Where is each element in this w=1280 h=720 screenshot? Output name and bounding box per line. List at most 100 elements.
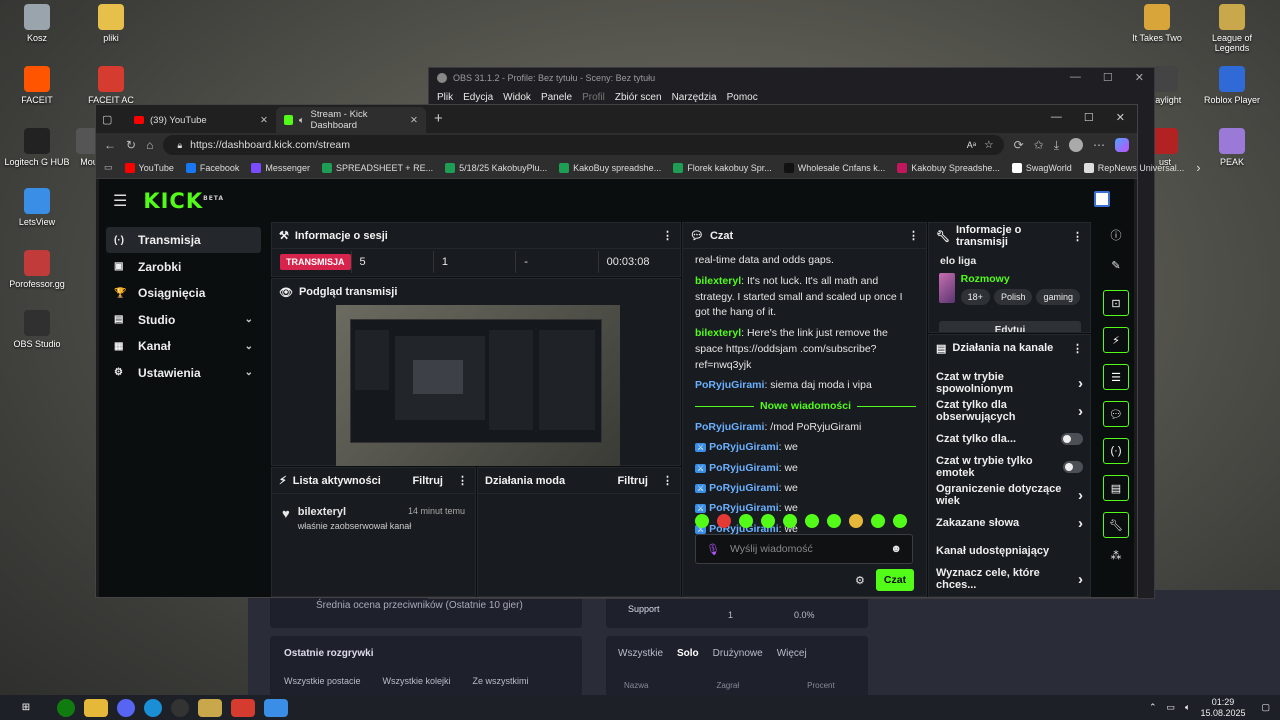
bookmark-item[interactable]: 5/18/25 KakobuyPlu... [445, 162, 547, 173]
kick-logo[interactable]: KICKBETA [143, 189, 224, 213]
file-explorer-icon[interactable] [84, 698, 108, 717]
layout-button[interactable]: ▤ [1103, 475, 1129, 501]
bookmark-item[interactable]: Wholesale Cnfans k... [783, 162, 885, 173]
more-options-icon[interactable]: ⋮ [1072, 230, 1083, 243]
minimize-icon[interactable]: — [1070, 71, 1081, 84]
chevron-down-icon[interactable]: ⌄ [245, 314, 253, 325]
more-options-icon[interactable]: ⋮ [662, 474, 673, 487]
activity-user[interactable]: bilexteryl [298, 506, 346, 518]
obs-menu-item[interactable]: Plik [437, 92, 453, 103]
obs-icon[interactable] [171, 698, 189, 717]
url-text[interactable]: https://dashboard.kick.com/stream [190, 139, 350, 151]
edit-pencil-icon[interactable]: ✎ [1101, 259, 1131, 272]
chat-username[interactable]: PoRyjuGirami [709, 482, 778, 494]
more-options-icon[interactable]: ⋮ [908, 229, 919, 242]
chat-username[interactable]: bilexteryl [695, 275, 741, 287]
obs-menu-item[interactable]: Edycja [463, 92, 493, 103]
channel-action-item[interactable]: Czat w trybie tylko emotek [929, 453, 1090, 481]
mod-filter-button[interactable]: Filtruj [617, 475, 648, 487]
network-icon[interactable]: ▭ [1167, 702, 1176, 713]
emote-icon[interactable] [827, 514, 841, 528]
right-desktop-icon[interactable]: League of Legends [1195, 4, 1269, 53]
close-tab-icon[interactable]: ✕ [260, 115, 268, 126]
user-avatar[interactable] [1094, 191, 1110, 207]
channel-action-item[interactable]: Czat tylko dla obserwujących › [929, 397, 1090, 425]
toggle-switch[interactable] [1061, 433, 1083, 445]
bookmarks-bar[interactable]: ▭ YouTube Facebook Messenger SPREADSHEET + R… [96, 157, 1201, 179]
activity-filter-button[interactable]: Filtruj [412, 475, 443, 487]
kick-dashboard[interactable]: ☰ KICKBETA (·) Transmisja ▣ Zarobki 🏆 Osiągni… [99, 179, 1134, 597]
obs-menu-item[interactable]: Panele [541, 92, 572, 103]
chat-send-button[interactable]: Czat [876, 569, 914, 591]
tab-solo[interactable]: Solo [677, 648, 699, 659]
favorite-star-icon[interactable]: ☆ [984, 139, 1003, 151]
address-bar[interactable]: 🔒︎ https://dashboard.kick.com/stream Aᵃ … [163, 135, 1004, 155]
obs-menu-item[interactable]: Widok [503, 92, 531, 103]
obs-window-controls[interactable]: — ☐ ✕ [1070, 71, 1144, 84]
refresh-icon[interactable]: ↻ [126, 138, 136, 152]
more-options-icon[interactable]: ⋮ [457, 474, 468, 487]
emote-icon[interactable] [695, 514, 709, 528]
channel-action-item[interactable]: Kanał udostępniający [929, 537, 1090, 565]
recent-games-filters[interactable]: Wszystkie postacie Wszystkie kolejki Ze … [284, 676, 529, 686]
downloads-icon[interactable]: ⤓ [1054, 138, 1059, 153]
emote-icon[interactable] [871, 514, 885, 528]
chat-username[interactable]: bilexteryl [695, 327, 741, 339]
chevron-right-icon[interactable]: › [1078, 515, 1083, 532]
chat-username[interactable]: PoRyjuGirami [695, 379, 764, 391]
tools-button[interactable]: 🔧︎ [1103, 512, 1129, 538]
tab-youtube[interactable]: (39) YouTube ✕ [126, 107, 276, 133]
filter-champions[interactable]: Wszystkie postacie [284, 676, 361, 686]
xbox-icon[interactable] [57, 698, 75, 717]
toggle-switch[interactable] [1062, 461, 1083, 473]
bookmark-item[interactable]: SPREADSHEET + RE... [321, 162, 433, 173]
chat-settings-icon[interactable]: ⚙ [855, 574, 865, 587]
chevron-down-icon[interactable]: ⌄ [245, 341, 253, 352]
emote-icon[interactable] [717, 514, 731, 528]
extensions-icon[interactable]: ⟳ [1014, 138, 1024, 152]
sidebar-item-4[interactable]: ▤ Studio ⌄ [106, 307, 261, 333]
emote-icon[interactable] [783, 514, 797, 528]
read-aloud-icon[interactable]: Aᵃ [967, 140, 976, 150]
chat-button[interactable]: 💬︎ [1103, 401, 1129, 427]
left-desktop-icon[interactable]: OBS Studio [0, 310, 74, 349]
stream-preview-video[interactable] [336, 305, 620, 466]
letsview-icon[interactable] [264, 698, 288, 717]
browser-window-controls[interactable]: — ☐ ✕ [1051, 111, 1125, 124]
widgets-icon[interactable]: ⁂ [1101, 549, 1131, 562]
bookmark-item[interactable]: Facebook [185, 162, 239, 173]
left-desktop-icon[interactable]: pliki [74, 4, 148, 43]
faceit-ac-icon[interactable] [231, 698, 255, 717]
channel-action-item[interactable]: Zakazane słowa › [929, 509, 1090, 537]
edge-icon[interactable] [144, 698, 162, 717]
more-options-icon[interactable]: ⋮ [1072, 342, 1083, 355]
clock[interactable]: 01:29 15.08.2025 [1200, 697, 1245, 719]
channel-action-item[interactable]: Wyznacz cele, które chces... › [929, 565, 1090, 593]
discord-icon[interactable] [117, 698, 135, 717]
sidebar-item-6[interactable]: ⚙ Ustawienia ⌄ [106, 360, 261, 386]
channel-action-item[interactable]: Czat tylko dla... [929, 425, 1090, 453]
sidebar-item-2[interactable]: ▣ Zarobki [106, 254, 261, 280]
sidebar-item-1[interactable]: (·) Transmisja [106, 227, 261, 253]
close-tab-icon[interactable]: ✕ [410, 115, 418, 126]
channel-action-item[interactable]: Ograniczenie dotyczące wiek › [929, 481, 1090, 509]
bookmark-item[interactable]: Kakobuy Spreadshe... [897, 162, 1000, 173]
info-icon[interactable]: ⓘ [1101, 227, 1131, 243]
channel-action-item[interactable]: Czat w trybie spowolnionym › [929, 369, 1090, 397]
broadcast-button[interactable]: (·) [1103, 438, 1129, 464]
edit-button[interactable]: Edytuj [939, 321, 1081, 332]
bookmark-item[interactable]: KakoBuy spreadshe... [559, 162, 661, 173]
sidebar-toggle-icon[interactable]: ▢ [102, 113, 126, 126]
right-desktop-icon[interactable]: Roblox Player [1195, 66, 1269, 105]
chat-username[interactable]: PoRyjuGirami [709, 502, 778, 514]
bookmark-item[interactable]: YouTube [124, 162, 174, 173]
emote-icon[interactable] [761, 514, 775, 528]
tab-team[interactable]: Drużynowe [713, 648, 763, 659]
obs-menu-item[interactable]: Pomoc [727, 92, 758, 103]
chevron-down-icon[interactable]: ⌄ [245, 367, 253, 378]
chevron-right-icon[interactable]: › [1078, 487, 1083, 504]
notification-icon[interactable]: ▢ [1261, 702, 1270, 713]
maximize-icon[interactable]: ☐ [1103, 71, 1113, 84]
microphone-icon[interactable]: 🎙︎ [706, 543, 720, 556]
emoji-icon[interactable]: ☻ [890, 543, 902, 555]
